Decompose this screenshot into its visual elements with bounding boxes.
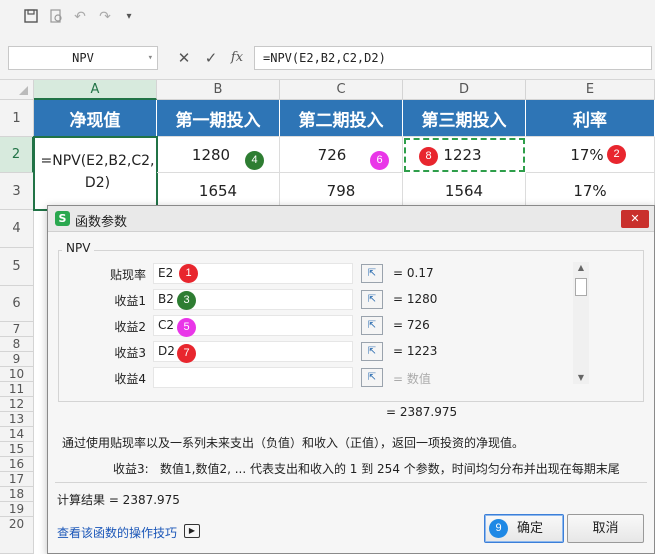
dialog-title: 函数参数 (75, 215, 128, 230)
annotation-badge-5: 5 (177, 318, 196, 337)
cell-a2-formula-line1: =NPV(E2,B2,C2, (40, 153, 155, 169)
column-header-b[interactable]: B (157, 80, 280, 100)
row-header-8[interactable]: 8 (0, 337, 34, 352)
row-header-4[interactable]: 4 (0, 210, 34, 248)
cell-e2-value: 17% (570, 145, 604, 164)
cell-e2[interactable]: 17% (526, 137, 655, 173)
row-header-9[interactable]: 9 (0, 352, 34, 367)
arg-result-value3: = 1223 (393, 344, 438, 358)
cell-a1[interactable]: 净现值 (34, 100, 157, 137)
arg-label-value2: 收益2 (114, 320, 146, 334)
close-icon[interactable]: ✕ (621, 210, 649, 228)
function-description: 通过使用贴现率以及一系列未来支出（负值）和收入（正值），返回一项投资的净现值。 (62, 436, 525, 450)
formula-bar: NPV ▾ ✕ ✓ fx =NPV(E2,B2,C2,D2) (0, 34, 655, 80)
cell-a2[interactable]: =NPV(E2,B2,C2, D2) (33, 136, 158, 211)
annotation-badge-3: 3 (177, 291, 196, 310)
cell-b1[interactable]: 第一期投入 (157, 100, 280, 137)
column-header-c[interactable]: C (280, 80, 403, 100)
chevron-down-icon[interactable]: ▾ (148, 47, 153, 69)
arg-input-value4[interactable] (153, 367, 353, 388)
arg-result-rate: = 0.17 (393, 266, 434, 280)
ok-button-label: 确定 (516, 521, 543, 536)
undo-icon[interactable]: ↶ (71, 8, 89, 26)
row-header-1[interactable]: 1 (0, 100, 34, 137)
scroll-up-icon[interactable]: ▲ (573, 262, 589, 274)
save-icon[interactable] (22, 8, 40, 26)
name-box-value: NPV (72, 51, 94, 65)
arguments-scrollbar[interactable]: ▲ ▼ (573, 262, 589, 384)
wps-logo-icon: S (55, 211, 70, 226)
customize-icon[interactable]: ▾ (120, 8, 138, 26)
dialog-titlebar[interactable]: S 函数参数 ✕ (48, 206, 654, 232)
row-header-11[interactable]: 11 (0, 382, 34, 397)
arg-result-value2: = 726 (393, 318, 430, 332)
confirm-formula-icon[interactable]: ✓ (201, 48, 221, 68)
name-box[interactable]: NPV ▾ (8, 46, 158, 70)
row-header-12[interactable]: 12 (0, 397, 34, 412)
row-header-20[interactable]: 20 (0, 517, 34, 554)
range-select-icon[interactable]: ⇱ (361, 290, 383, 309)
cell-a2-formula-line2: D2) (84, 175, 111, 191)
arg-result-value4: = 数值 (393, 372, 431, 386)
arg-label-rate: 贴现率 (109, 268, 146, 282)
calculation-result: 计算结果 = 2387.975 (57, 493, 180, 507)
column-header-a[interactable]: A (34, 80, 157, 100)
insert-function-icon[interactable]: fx (227, 48, 247, 68)
annotation-badge-7: 7 (177, 344, 196, 363)
redo-icon[interactable]: ↷ (96, 8, 114, 26)
range-select-icon[interactable]: ⇱ (361, 264, 383, 283)
annotation-badge-9: 9 (489, 519, 508, 538)
cell-d1[interactable]: 第三期投入 (403, 100, 526, 137)
annotation-badge-8: 8 (419, 147, 438, 166)
range-select-icon[interactable]: ⇱ (361, 316, 383, 335)
row-header-3[interactable]: 3 (0, 173, 34, 210)
arg-label-value3: 收益3 (114, 346, 146, 360)
print-preview-icon[interactable] (47, 8, 65, 26)
column-header-e[interactable]: E (526, 80, 655, 100)
annotation-badge-1: 1 (179, 264, 198, 283)
row-header-14[interactable]: 14 (0, 427, 34, 442)
function-name: NPV (62, 241, 95, 255)
quick-access-toolbar: ↶ ↷ ▾ (0, 0, 655, 34)
column-header-d[interactable]: D (403, 80, 526, 100)
cell-b2-value: 1280 (191, 145, 231, 164)
range-select-icon[interactable]: ⇱ (361, 368, 383, 387)
select-all-corner[interactable] (0, 80, 34, 100)
cancel-button[interactable]: 取消 (567, 514, 644, 543)
row-header-18[interactable]: 18 (0, 487, 34, 502)
annotation-badge-6: 6 (370, 151, 389, 170)
row-header-13[interactable]: 13 (0, 412, 34, 427)
cell-c1[interactable]: 第二期投入 (280, 100, 403, 137)
arg-help-label: 收益3: (113, 462, 149, 476)
function-tips-link[interactable]: 查看该函数的操作技巧 (57, 524, 177, 541)
video-tip-icon[interactable]: ▶ (184, 524, 200, 538)
row-header-15[interactable]: 15 (0, 442, 34, 457)
cancel-formula-icon[interactable]: ✕ (174, 48, 194, 68)
arg-result-value1: = 1280 (393, 292, 438, 306)
cell-e1[interactable]: 利率 (526, 100, 655, 137)
arg-label-value1: 收益1 (114, 294, 146, 308)
row-header-2[interactable]: 2 (0, 137, 34, 173)
row-header-19[interactable]: 19 (0, 502, 34, 517)
formula-result: = 2387.975 (386, 405, 458, 419)
cell-c2-value: 726 (317, 145, 347, 164)
range-select-icon[interactable]: ⇱ (361, 342, 383, 361)
cell-d2-value: 1223 (443, 146, 482, 164)
row-header-5[interactable]: 5 (0, 248, 34, 286)
scroll-down-icon[interactable]: ▼ (573, 372, 589, 384)
annotation-badge-2: 2 (607, 145, 626, 164)
arg-help-text: 数值1,数值2, ... 代表支出和收入的 1 到 254 个参数，时间均匀分布… (160, 462, 620, 476)
annotation-badge-4: 4 (245, 151, 264, 170)
scrollbar-thumb[interactable] (575, 278, 587, 296)
formula-input[interactable]: =NPV(E2,B2,C2,D2) (254, 46, 652, 70)
row-header-17[interactable]: 17 (0, 472, 34, 487)
row-header-6[interactable]: 6 (0, 286, 34, 322)
divider (55, 482, 647, 483)
row-header-16[interactable]: 16 (0, 457, 34, 472)
row-header-7[interactable]: 7 (0, 322, 34, 337)
row-header-10[interactable]: 10 (0, 367, 34, 382)
arg-label-value4: 收益4 (114, 372, 146, 386)
